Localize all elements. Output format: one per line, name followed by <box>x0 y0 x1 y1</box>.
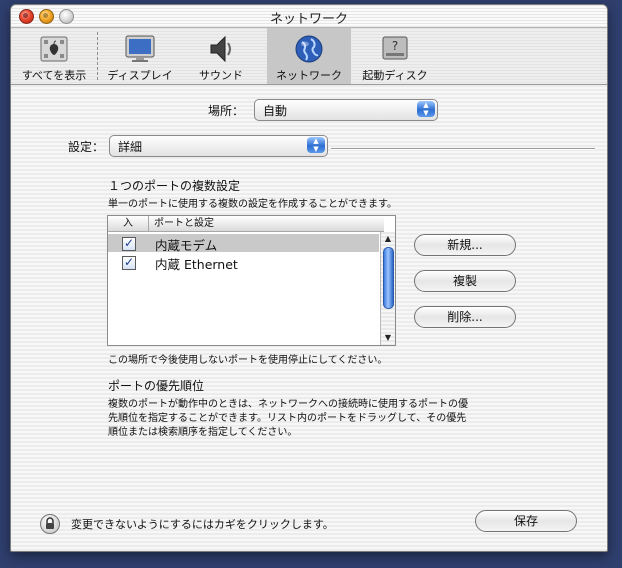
location-label: 場所： <box>208 104 245 118</box>
toolbar-item-network[interactable]: ネットワーク <box>267 28 351 84</box>
scroll-thumb[interactable] <box>383 247 394 309</box>
display-icon <box>125 35 155 62</box>
title-bar[interactable]: ネットワーク <box>11 5 607 28</box>
ports-table: 入 ポートと設定 ✓ 内蔵モデム ✓ 内蔵 Ethernet ▲ ▼ <box>107 215 396 346</box>
network-globe-icon <box>295 35 323 63</box>
lock-message: 変更できないようにするにはカギをクリックします。 <box>71 518 334 531</box>
network-preferences-window: ネットワーク すべてを表示 ディスプレイ サウンド ネットワーク ? 起動ディス… <box>10 4 608 552</box>
toolbar-label-show-all: すべてを表示 <box>21 69 87 82</box>
show-popup[interactable]: 詳細 ▲ ▼ <box>109 135 328 157</box>
delete-button[interactable]: 削除... <box>414 306 516 328</box>
multi-config-heading: １つのポートの複数設定 <box>108 179 241 193</box>
lock-icon[interactable] <box>40 514 60 534</box>
priority-heading: ポートの優先順位 <box>108 379 205 393</box>
new-button[interactable]: 新規... <box>414 234 516 256</box>
svg-text:?: ? <box>392 39 398 53</box>
toolbar-label-startup-disk: 起動ディスク <box>362 69 428 82</box>
table-scrollbar[interactable]: ▲ ▼ <box>380 232 395 345</box>
duplicate-button[interactable]: 複製 <box>414 270 516 292</box>
save-button[interactable]: 保存 <box>475 510 577 532</box>
port-enabled-checkbox[interactable]: ✓ <box>122 256 136 270</box>
toolbar-item-display[interactable]: ディスプレイ <box>101 28 179 84</box>
toolbar-separator <box>97 32 98 80</box>
column-header-port[interactable]: ポートと設定 <box>149 216 384 232</box>
show-value: 詳細 <box>118 140 143 154</box>
table-row[interactable]: ✓ 内蔵モデム <box>108 234 379 253</box>
toolbar-item-startup-disk[interactable]: ? 起動ディスク <box>355 28 435 84</box>
scroll-up-arrow-icon[interactable]: ▲ <box>383 234 393 244</box>
sound-icon <box>210 35 231 63</box>
location-popup[interactable]: 自動 ▲ ▼ <box>254 99 438 121</box>
toolbar-label-network: ネットワーク <box>276 69 342 82</box>
toolbar: すべてを表示 ディスプレイ サウンド ネットワーク ? 起動ディスク <box>11 28 607 85</box>
priority-text-line-3: 順位または検索順序を指定してください。 <box>108 427 298 438</box>
toolbar-item-show-all[interactable]: すべてを表示 <box>11 28 97 84</box>
location-value: 自動 <box>263 104 288 118</box>
popup-arrows-icon: ▲ ▼ <box>417 101 435 117</box>
table-row[interactable]: ✓ 内蔵 Ethernet <box>108 253 379 272</box>
show-all-icon <box>40 36 68 62</box>
multi-config-description: 単一のポートに使用する複数の設定を作成することができます。 <box>108 199 397 210</box>
startup-disk-icon: ? <box>382 36 408 60</box>
priority-text-line-1: 複数のポートが動作中のときは、ネットワークへの接続時に使用するポートの優 <box>108 399 468 410</box>
window-title: ネットワーク <box>269 12 348 27</box>
column-header-on[interactable]: 入 <box>108 216 149 232</box>
toolbar-item-sound[interactable]: サウンド <box>183 28 259 84</box>
show-label: 設定： <box>68 140 105 154</box>
priority-text-line-2: 先順位を指定することができます。リスト内のポートをドラッグして、その優先 <box>108 413 467 424</box>
popup-arrows-icon: ▲ ▼ <box>307 137 325 153</box>
port-name: 内蔵モデム <box>155 238 218 253</box>
section-divider <box>331 148 595 150</box>
toolbar-label-sound: サウンド <box>199 69 243 82</box>
disable-port-note: この場所で今後使用しないポートを使用停止にしてください。 <box>108 355 388 366</box>
toolbar-label-display: ディスプレイ <box>107 69 173 82</box>
port-name: 内蔵 Ethernet <box>155 257 238 272</box>
port-enabled-checkbox[interactable]: ✓ <box>122 237 136 251</box>
scroll-down-arrow-icon[interactable]: ▼ <box>383 333 393 343</box>
